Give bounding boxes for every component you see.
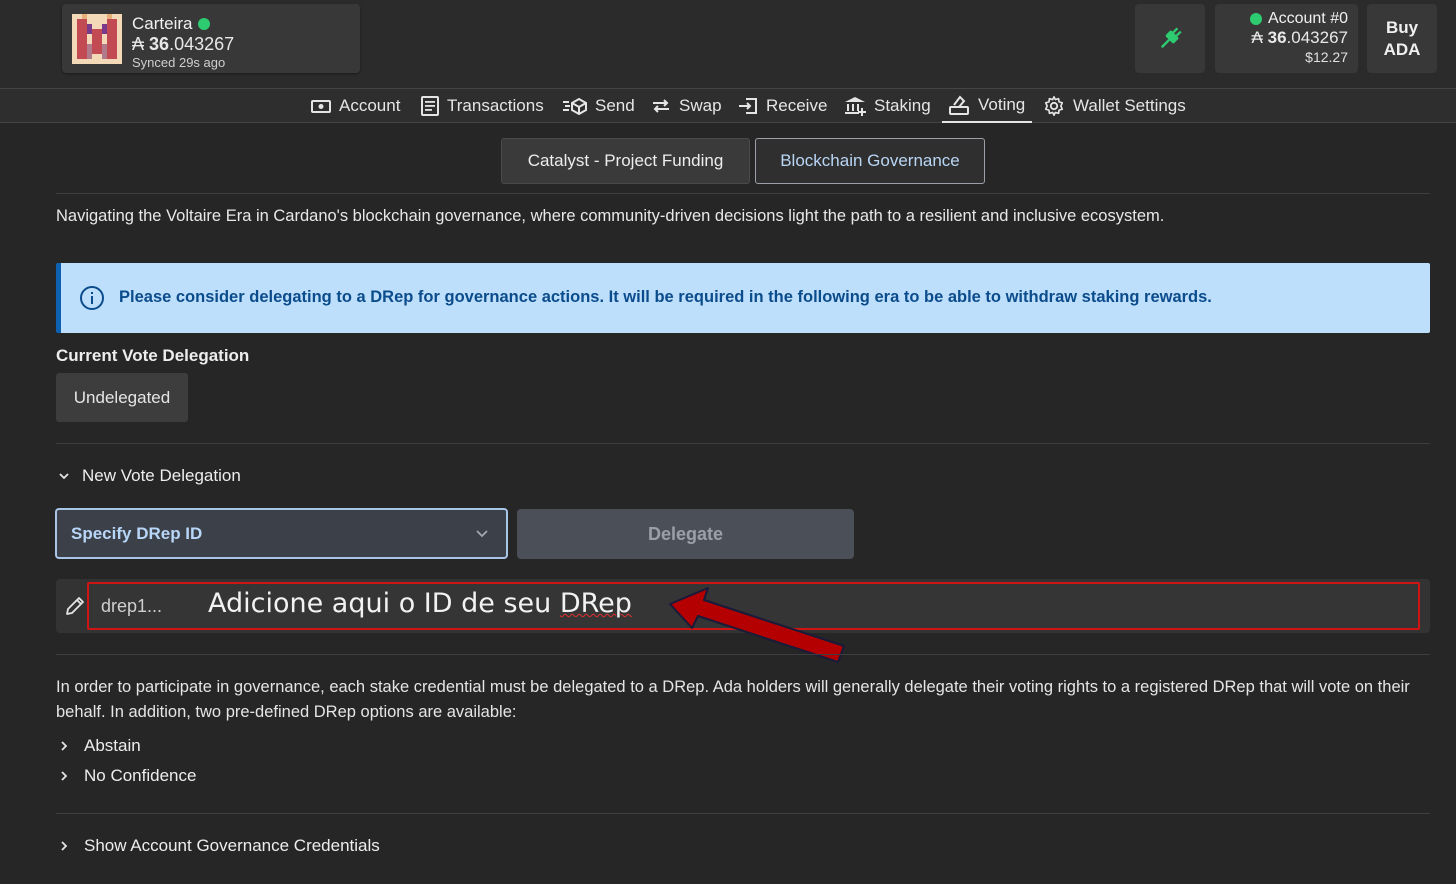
- divider: [56, 654, 1430, 655]
- option-no-confidence[interactable]: No Confidence: [56, 766, 196, 786]
- chevron-down-icon: [59, 473, 69, 480]
- delegate-button[interactable]: Delegate: [517, 509, 854, 559]
- nav-send[interactable]: Send: [563, 89, 635, 123]
- list-icon: [421, 96, 439, 116]
- account-card[interactable]: Account #0 ₳ 36.043267 $12.27: [1215, 4, 1358, 73]
- account-balance: ₳ 36.043267: [1251, 28, 1348, 47]
- account-status-dot-icon: [1249, 13, 1262, 25]
- buy-label-line1: Buy: [1385, 17, 1419, 37]
- alert-message: Please consider delegating to a DRep for…: [119, 288, 1212, 306]
- nav-swap[interactable]: Swap: [651, 89, 722, 123]
- nav-transactions[interactable]: Transactions: [421, 89, 544, 123]
- tab-catalyst-project-funding[interactable]: Catalyst - Project Funding: [501, 138, 750, 184]
- chevron-down-icon: [476, 530, 488, 538]
- drep-type-select[interactable]: Specify DRep ID: [55, 508, 508, 559]
- drep-type-value: Specify DRep ID: [71, 523, 203, 543]
- nav-account[interactable]: Account: [311, 89, 400, 123]
- top-bar: Carteira ₳ 36.043267 Synced 29s ago Acco…: [0, 0, 1456, 88]
- nav-staking[interactable]: Staking: [844, 89, 931, 123]
- option-abstain-label: Abstain: [84, 736, 141, 755]
- plug-icon: [1160, 26, 1182, 48]
- receive-icon: [739, 98, 757, 114]
- show-governance-credentials-label: Show Account Governance Credentials: [84, 836, 380, 855]
- wallet-card[interactable]: Carteira ₳ 36.043267 Synced 29s ago: [62, 4, 360, 73]
- nav-voting[interactable]: Voting: [942, 89, 1032, 123]
- sync-status-dot-icon: [198, 18, 211, 30]
- wallet-balance: ₳ 36.043267: [132, 34, 235, 54]
- account-usd-value: $12.27: [1305, 49, 1348, 65]
- account-name: Account #0: [1215, 10, 1348, 28]
- tab-blockchain-governance[interactable]: Blockchain Governance: [755, 138, 985, 184]
- buy-ada-button[interactable]: Buy ADA: [1367, 4, 1437, 73]
- new-vote-delegation-label: New Vote Delegation: [82, 466, 241, 485]
- send-icon: [563, 97, 587, 115]
- chevron-right-icon: [61, 841, 68, 851]
- governance-intro: Navigating the Voltaire Era in Cardano's…: [56, 207, 1165, 225]
- annotation-text: Adicione aqui o ID de seu DRep: [208, 588, 632, 619]
- bank-icon: [845, 97, 866, 116]
- wallet-avatar-icon: [72, 14, 122, 64]
- delegation-status-badge: Undelegated: [56, 373, 188, 422]
- divider: [56, 443, 1430, 444]
- swap-icon: [653, 99, 669, 113]
- pencil-icon: [66, 597, 84, 615]
- show-governance-credentials-toggle[interactable]: Show Account Governance Credentials: [56, 836, 380, 856]
- wallet-name: Carteira: [132, 14, 211, 34]
- vote-icon: [949, 95, 969, 115]
- option-abstain[interactable]: Abstain: [56, 736, 141, 756]
- account-icon: [311, 100, 331, 113]
- chevron-right-icon: [61, 771, 68, 781]
- current-delegation-label: Current Vote Delegation: [56, 346, 250, 365]
- info-alert: Please consider delegating to a DRep for…: [56, 263, 1430, 333]
- divider: [56, 193, 1430, 194]
- main-nav: Account Transactions Send Swap Receive S…: [0, 88, 1456, 123]
- option-no-confidence-label: No Confidence: [84, 766, 197, 785]
- buy-label-line2: ADA: [1383, 39, 1421, 59]
- gear-icon: [1044, 96, 1064, 116]
- nav-wallet-settings[interactable]: Wallet Settings: [1043, 89, 1186, 123]
- nav-receive[interactable]: Receive: [738, 89, 827, 123]
- new-vote-delegation-toggle[interactable]: New Vote Delegation: [56, 466, 241, 486]
- info-icon: [80, 286, 104, 310]
- dapp-connector-button[interactable]: [1135, 4, 1205, 73]
- chevron-right-icon: [61, 741, 68, 751]
- sync-status: Synced 29s ago: [132, 55, 226, 70]
- governance-explanation: In order to participate in governance, e…: [56, 678, 1410, 721]
- divider: [56, 813, 1430, 814]
